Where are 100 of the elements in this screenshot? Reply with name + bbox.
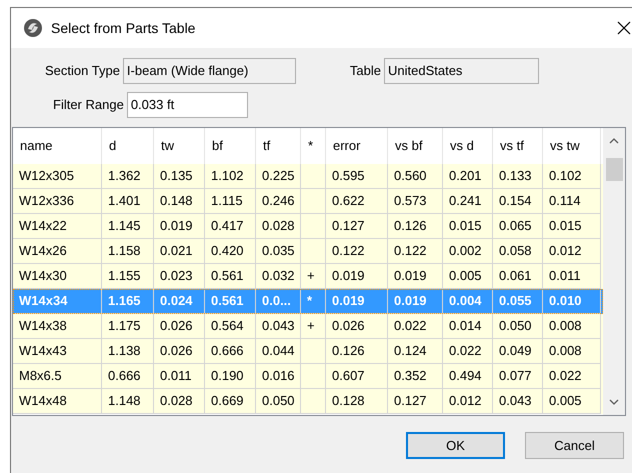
table-cell-text: 0.022 bbox=[449, 342, 482, 360]
table-cell-text: 0.417 bbox=[211, 217, 244, 236]
table-row[interactable]: W12x336 1.401 0.148 1.115 0.246 0.622 0.573 0.241 0.154 0.114 bbox=[13, 189, 603, 214]
table-cell-text: 0.061 bbox=[499, 267, 532, 286]
table-cell-text: 0.494 bbox=[449, 367, 482, 386]
table-row[interactable]: W14x48 1.148 0.028 0.669 0.050 0.128 0.127 0.012 0.043 0.005 bbox=[13, 389, 603, 414]
table-cell-text: * bbox=[307, 292, 312, 310]
table-cell-text: 0.019 bbox=[394, 292, 427, 310]
table-cell-text: 0.015 bbox=[449, 217, 482, 236]
table-cell-text: 0.008 bbox=[549, 317, 582, 336]
table-cell-text: 1.158 bbox=[108, 242, 141, 260]
table-cell-text: W14x30 bbox=[19, 267, 67, 286]
scroll-thumb[interactable] bbox=[606, 158, 622, 181]
table-cell-text: 0.669 bbox=[211, 392, 244, 410]
table-cell-text: 0.352 bbox=[394, 367, 427, 386]
close-icon[interactable] bbox=[617, 21, 631, 35]
table-cell-text: W14x43 bbox=[19, 342, 67, 360]
table-cell-text: 0.049 bbox=[499, 342, 532, 360]
table-cell-text: 0.015 bbox=[549, 217, 582, 236]
field-label: Section Type bbox=[45, 62, 120, 80]
table-cell-text: 1.401 bbox=[108, 192, 141, 210]
table-cell-text: W14x48 bbox=[19, 392, 67, 410]
table-cell-text: 0.019 bbox=[332, 292, 365, 310]
table-cell-text: 0.028 bbox=[262, 217, 295, 236]
scrollbar[interactable] bbox=[603, 128, 625, 415]
table-cell-text: 0.201 bbox=[449, 167, 482, 186]
table-cell-text: 0.246 bbox=[262, 192, 295, 210]
table-cell-text: 0.012 bbox=[549, 242, 582, 260]
table-row[interactable]: W14x26 1.158 0.021 0.420 0.035 0.122 0.122 0.002 0.058 0.012 bbox=[13, 239, 603, 264]
table-cell-text: 0.077 bbox=[499, 367, 532, 386]
table-field[interactable]: UnitedStates bbox=[384, 58, 539, 84]
table-row[interactable]: W14x22 1.145 0.019 0.417 0.028 0.127 0.126 0.015 0.065 0.015 bbox=[13, 214, 603, 239]
table-cell-text: 0.050 bbox=[499, 317, 532, 336]
table-cell-text: 0.005 bbox=[549, 392, 582, 410]
field-label: Table bbox=[350, 62, 381, 80]
filter-range-field[interactable]: 0.033 ft bbox=[126, 92, 248, 118]
table-cell-text: 0.573 bbox=[394, 192, 427, 210]
table-cell-text: 0.102 bbox=[549, 167, 582, 186]
table-cell-text: 1.362 bbox=[108, 167, 141, 186]
table-row[interactable]: W14x43 1.138 0.026 0.666 0.044 0.126 0.124 0.022 0.049 0.008 bbox=[13, 339, 603, 364]
table-cell-text: 0.022 bbox=[394, 317, 427, 336]
table-row[interactable]: W12x305 1.362 0.135 1.102 0.225 0.595 0.560 0.201 0.133 0.102 bbox=[13, 164, 603, 189]
table-cell-text: 0.011 bbox=[549, 267, 581, 286]
table-cell-text: 0.122 bbox=[332, 242, 365, 260]
scroll-down-icon[interactable] bbox=[609, 399, 619, 405]
table-cell-text: 0.128 bbox=[332, 392, 365, 410]
section-type-field[interactable]: I-beam (Wide flange) bbox=[122, 58, 296, 84]
table-cell-text: 0.666 bbox=[108, 367, 141, 386]
table-cell-text: 0.126 bbox=[394, 217, 427, 236]
table-row[interactable]: M8x6.5 0.666 0.011 0.190 0.016 0.607 0.352 0.494 0.077 0.022 bbox=[13, 364, 603, 389]
table-cell-text: 0.190 bbox=[211, 367, 244, 386]
scroll-up-icon[interactable] bbox=[609, 138, 619, 144]
table-cell-text: 0.154 bbox=[499, 192, 532, 210]
table-cell-text: 0.024 bbox=[160, 292, 193, 310]
table-cell-text: 0.560 bbox=[394, 167, 427, 186]
table-cell-text: M8x6.5 bbox=[19, 367, 62, 386]
table-cell-text: W14x26 bbox=[19, 242, 67, 260]
table-cell-text: W14x38 bbox=[19, 317, 67, 336]
table-cell-text: 0.058 bbox=[499, 242, 532, 260]
cancel-button[interactable]: Cancel bbox=[525, 432, 624, 459]
table-cell-text: 0.055 bbox=[499, 292, 532, 310]
table-cell-text: 0.032 bbox=[262, 267, 295, 286]
table-cell-text: 0.065 bbox=[499, 217, 532, 236]
table-cell-text: 0.622 bbox=[332, 192, 365, 210]
table-cell-text: 0.133 bbox=[499, 167, 532, 186]
table-cell-text: 0.004 bbox=[449, 292, 482, 310]
table-cell-text: 0.010 bbox=[549, 292, 582, 310]
table-row[interactable]: W14x38 1.175 0.026 0.564 0.043 + 0.026 0.022 0.014 0.050 0.008 bbox=[13, 314, 603, 339]
table-cell-text: 0.561 bbox=[211, 292, 244, 310]
table-cell-text: 0.127 bbox=[332, 217, 365, 236]
table-row[interactable]: W14x30 1.155 0.023 0.561 0.032 + 0.019 0.019 0.005 0.061 0.011 bbox=[13, 264, 603, 289]
table-cell-text: 0.043 bbox=[499, 392, 532, 410]
table-cell-text: 0.019 bbox=[332, 267, 365, 286]
table-cell-text: 0.026 bbox=[160, 342, 193, 360]
table-cell-text: W12x336 bbox=[19, 192, 74, 210]
window-title: Select from Parts Table bbox=[51, 18, 196, 38]
table-cell-text: 0.014 bbox=[449, 317, 482, 336]
table-cell-text: 0.019 bbox=[394, 267, 427, 286]
table-cell-text: 0.016 bbox=[262, 367, 295, 386]
table-cell-text: 0.595 bbox=[332, 167, 365, 186]
table-cell-text: 0.126 bbox=[332, 342, 365, 360]
table-cell-text: 0.021 bbox=[160, 242, 193, 260]
table-cell-text: 0.561 bbox=[211, 267, 244, 286]
table-cell-text: 0.023 bbox=[160, 267, 193, 286]
table-cell-text: 0.008 bbox=[549, 342, 582, 360]
table-cell-text: 0.114 bbox=[549, 192, 581, 210]
table-cell-text: 0.225 bbox=[262, 167, 295, 186]
table-cell-text: + bbox=[307, 267, 315, 286]
table-cell-text: 1.148 bbox=[108, 392, 141, 410]
table-cell-text: 0.002 bbox=[449, 242, 482, 260]
field-label: Filter Range bbox=[53, 96, 124, 114]
table-cell-text: 0.028 bbox=[160, 392, 193, 410]
table-cell-text: 0.050 bbox=[262, 392, 295, 410]
table-cell-text: 1.155 bbox=[108, 267, 141, 286]
ok-button[interactable]: OK bbox=[406, 432, 505, 459]
table-cell-text: W12x305 bbox=[19, 167, 74, 186]
table-cell-text: 0.0... bbox=[262, 292, 291, 310]
table-cell-text: 1.115 bbox=[211, 192, 243, 210]
table-cell-text: 0.148 bbox=[160, 192, 193, 210]
table-cell-text: 0.420 bbox=[211, 242, 244, 260]
